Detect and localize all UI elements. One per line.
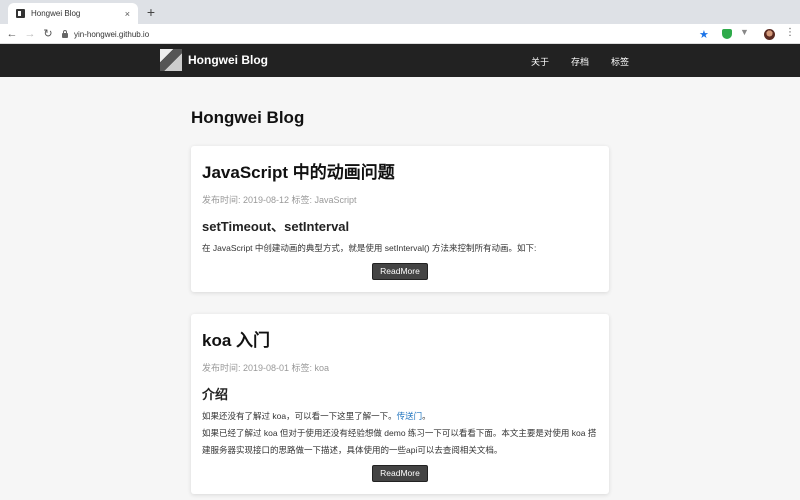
portal-link[interactable]: 传送门: [397, 411, 423, 421]
browser-tab[interactable]: Hongwei Blog ×: [8, 3, 138, 24]
reload-icon[interactable]: ↻: [39, 27, 57, 40]
post-excerpt: 如果已经了解过 koa 但对于使用还没有经验想做 demo 练习一下可以看看下面…: [202, 428, 597, 455]
back-arrow-icon[interactable]: ←: [3, 28, 21, 40]
tab-title: Hongwei Blog: [31, 9, 81, 18]
readmore-button[interactable]: ReadMore: [372, 465, 428, 482]
browser-tab-strip: Hongwei Blog × +: [0, 0, 800, 24]
bookmark-star-icon[interactable]: ★: [699, 28, 709, 41]
nav-about[interactable]: 关于: [531, 55, 549, 68]
tab-close-icon[interactable]: ×: [125, 9, 130, 19]
nav-tags[interactable]: 标签: [611, 55, 629, 68]
excerpt-text: 如果还没有了解过 koa，可以看一下这里了解一下。: [202, 411, 397, 421]
post-meta: 发布时间: 2019-08-12 标签: JavaScript: [202, 195, 357, 205]
profile-avatar[interactable]: [764, 29, 775, 40]
browser-menu-icon[interactable]: ⋮: [785, 27, 795, 38]
lock-icon: [62, 29, 68, 38]
url-text: yin-hongwei.github.io: [74, 29, 150, 39]
site-header: Hongwei Blog 关于 存档 标签: [0, 44, 800, 77]
extension-v-icon[interactable]: ▼: [740, 27, 750, 37]
browser-toolbar: ← → ↻ yin-hongwei.github.io ★ ▼ ⋮: [0, 24, 800, 44]
post-card: koa 入门 发布时间: 2019-08-01 标签: koa 介绍 如果还没有…: [191, 314, 609, 494]
post-excerpt: 如果还没有了解过 koa，可以看一下这里了解一下。传送门。: [202, 408, 598, 425]
forward-arrow-icon[interactable]: →: [21, 28, 39, 40]
page-title: Hongwei Blog: [191, 108, 305, 127]
post-section-heading: 介绍: [202, 387, 229, 402]
post-card: JavaScript 中的动画问题 发布时间: 2019-08-12 标签: J…: [191, 146, 609, 292]
post-excerpt: 在 JavaScript 中创建动画的典型方式，就是使用 setInterval…: [202, 243, 537, 253]
site-logo[interactable]: [160, 49, 182, 71]
excerpt-text-end: 。: [422, 411, 431, 421]
readmore-button[interactable]: ReadMore: [372, 263, 428, 280]
post-section-heading: setTimeout、setInterval: [202, 219, 350, 234]
post-meta: 发布时间: 2019-08-01 标签: koa: [202, 363, 330, 373]
post-title[interactable]: koa 入门: [202, 326, 598, 351]
extension-shield-icon[interactable]: [722, 29, 732, 39]
nav-archive[interactable]: 存档: [571, 55, 589, 68]
address-bar[interactable]: yin-hongwei.github.io: [62, 27, 717, 41]
post-title[interactable]: JavaScript 中的动画问题: [202, 158, 598, 183]
site-favicon-icon: [16, 9, 25, 18]
new-tab-button[interactable]: +: [144, 4, 158, 20]
site-brand[interactable]: Hongwei Blog: [188, 53, 268, 67]
